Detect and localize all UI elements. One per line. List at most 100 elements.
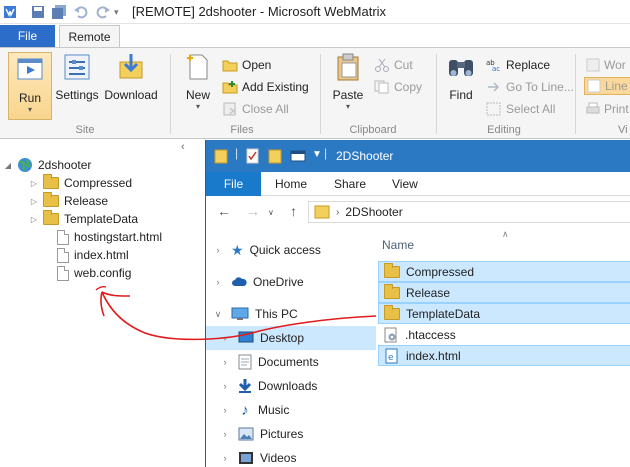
file-explorer-window: | ▼ | 2DShooter File Home Share View ← →… [205, 140, 630, 467]
file-icon [57, 229, 69, 245]
tree-item[interactable]: index.html [57, 246, 129, 264]
select-all-label: Select All [506, 102, 556, 116]
goto-line-label: Go To Line... [506, 80, 574, 94]
star-icon: ★ [231, 241, 244, 258]
goto-line-button[interactable]: Go To Line... [486, 78, 574, 96]
tree-item[interactable]: web.config [57, 264, 131, 282]
explorer-tab-view[interactable]: View [392, 172, 418, 196]
up-arrow-icon[interactable]: ↑ [290, 203, 297, 219]
tree-item[interactable]: ▷ Release [30, 192, 108, 210]
explorer-file-list: ∧ Name Compressed Release TemplateData .… [378, 229, 630, 467]
copy-button[interactable]: Copy [374, 78, 422, 96]
expand-chevron-icon[interactable]: › [218, 453, 232, 463]
address-input[interactable]: › 2DShooter [308, 201, 630, 223]
replace-button[interactable]: ab ac Replace [486, 56, 550, 74]
ribbon-tab-strip: File Remote [0, 24, 630, 49]
find-binoculars-icon [449, 60, 473, 76]
nav-item-onedrive[interactable]: › OneDrive [206, 270, 304, 294]
expand-chevron-icon[interactable]: › [218, 357, 232, 367]
breadcrumb-separator-icon[interactable]: › [336, 207, 339, 218]
tab-remote[interactable]: Remote [59, 25, 120, 49]
folder-icon [214, 149, 228, 164]
customize-quick-access-icon[interactable]: ▾ [114, 4, 130, 20]
select-all-icon [486, 102, 501, 116]
list-item[interactable]: TemplateData [378, 303, 630, 324]
nav-item-downloads[interactable]: › Downloads [206, 374, 317, 398]
tree-root[interactable]: ◢ 2dshooter [4, 156, 91, 174]
list-item[interactable]: Release [378, 282, 630, 303]
explorer-tab-home[interactable]: Home [275, 172, 307, 196]
sort-ascending-icon: ∧ [502, 229, 509, 239]
expand-chevron-icon[interactable]: › [218, 405, 232, 415]
documents-icon [238, 354, 252, 370]
nav-label: Documents [258, 355, 319, 369]
list-item[interactable]: .htaccess [378, 324, 630, 345]
nav-label: OneDrive [253, 275, 304, 289]
find-button[interactable]: Find [444, 52, 478, 102]
tree-item-label: Compressed [64, 176, 133, 190]
nav-item-desktop[interactable]: › Desktop [206, 326, 376, 350]
nav-item-music[interactable]: › ♪ Music [206, 398, 290, 422]
tree-item[interactable]: ▷ Compressed [30, 174, 132, 192]
line-numbers-label: Line [605, 79, 628, 93]
list-item-label: TemplateData [406, 306, 481, 321]
expand-arrow-icon[interactable]: ▷ [30, 179, 38, 188]
paste-button[interactable]: Paste ▾ [330, 52, 366, 111]
address-path[interactable]: 2DShooter [345, 205, 402, 219]
nav-item-this-pc[interactable]: ∨ This PC [206, 302, 298, 326]
explorer-tab-file[interactable]: File [206, 172, 261, 196]
add-existing-button[interactable]: Add Existing [222, 78, 309, 96]
nav-item-pictures[interactable]: › Pictures [206, 422, 304, 446]
settings-button[interactable]: Settings [54, 52, 100, 102]
collapse-chevron-icon[interactable]: ∨ [211, 309, 225, 320]
expand-chevron-icon[interactable]: › [218, 381, 232, 391]
print-button[interactable]: Print [586, 100, 629, 118]
properties-icon[interactable] [246, 148, 260, 164]
download-button[interactable]: Download [102, 52, 160, 102]
run-button[interactable]: Run ▾ [8, 52, 52, 120]
expand-arrow-icon[interactable]: ▷ [30, 197, 38, 206]
open-button[interactable]: Open [222, 56, 271, 74]
forward-arrow-icon[interactable]: → [246, 203, 260, 219]
expand-arrow-icon[interactable]: ▷ [30, 215, 38, 224]
window-icon[interactable] [290, 150, 306, 162]
close-all-button[interactable]: Close All [222, 100, 289, 118]
select-all-button[interactable]: Select All [486, 100, 555, 118]
word-wrap-button[interactable]: Wor [586, 56, 626, 74]
nav-item-quick-access[interactable]: › ★ Quick access [206, 238, 321, 262]
line-numbers-icon [587, 79, 601, 93]
collapse-arrow-icon[interactable]: ◢ [4, 161, 12, 170]
run-label: Run [18, 91, 41, 105]
tree-item[interactable]: hostingstart.html [57, 228, 162, 246]
undo-icon[interactable] [73, 4, 89, 20]
redo-icon[interactable] [95, 4, 111, 20]
explorer-tab-share[interactable]: Share [334, 172, 366, 196]
tree-item[interactable]: ▷ TemplateData [30, 210, 138, 228]
expand-chevron-icon[interactable]: › [218, 333, 232, 343]
expand-chevron-icon[interactable]: › [211, 277, 225, 287]
save-icon[interactable] [30, 4, 46, 20]
file-icon [57, 265, 69, 281]
nav-item-documents[interactable]: › Documents [206, 350, 319, 374]
nav-label: Music [258, 403, 290, 417]
group-label-editing: Editing [487, 124, 521, 136]
list-item[interactable]: e index.html [378, 345, 630, 366]
expand-chevron-icon[interactable]: › [211, 245, 225, 255]
recent-locations-icon[interactable]: ∨ [268, 208, 274, 217]
expand-chevron-icon[interactable]: › [218, 429, 232, 439]
run-icon [17, 58, 43, 80]
column-header-name[interactable]: Name [382, 238, 414, 252]
tab-file[interactable]: File [0, 25, 55, 48]
line-numbers-button[interactable]: Line [584, 77, 630, 95]
nav-item-videos[interactable]: › Videos [206, 446, 297, 467]
copy-label: Copy [394, 80, 423, 94]
back-arrow-icon[interactable]: ← [217, 203, 231, 219]
close-all-icon [223, 102, 237, 116]
customize-dropdown-icon[interactable]: ▼ [312, 149, 322, 160]
cut-button[interactable]: Cut [374, 56, 413, 74]
list-item[interactable]: Compressed [378, 261, 630, 282]
new-folder-icon[interactable] [268, 148, 282, 164]
close-all-label: Close All [242, 102, 289, 116]
new-button[interactable]: New ▾ [181, 52, 215, 111]
save-all-icon[interactable] [51, 4, 67, 20]
